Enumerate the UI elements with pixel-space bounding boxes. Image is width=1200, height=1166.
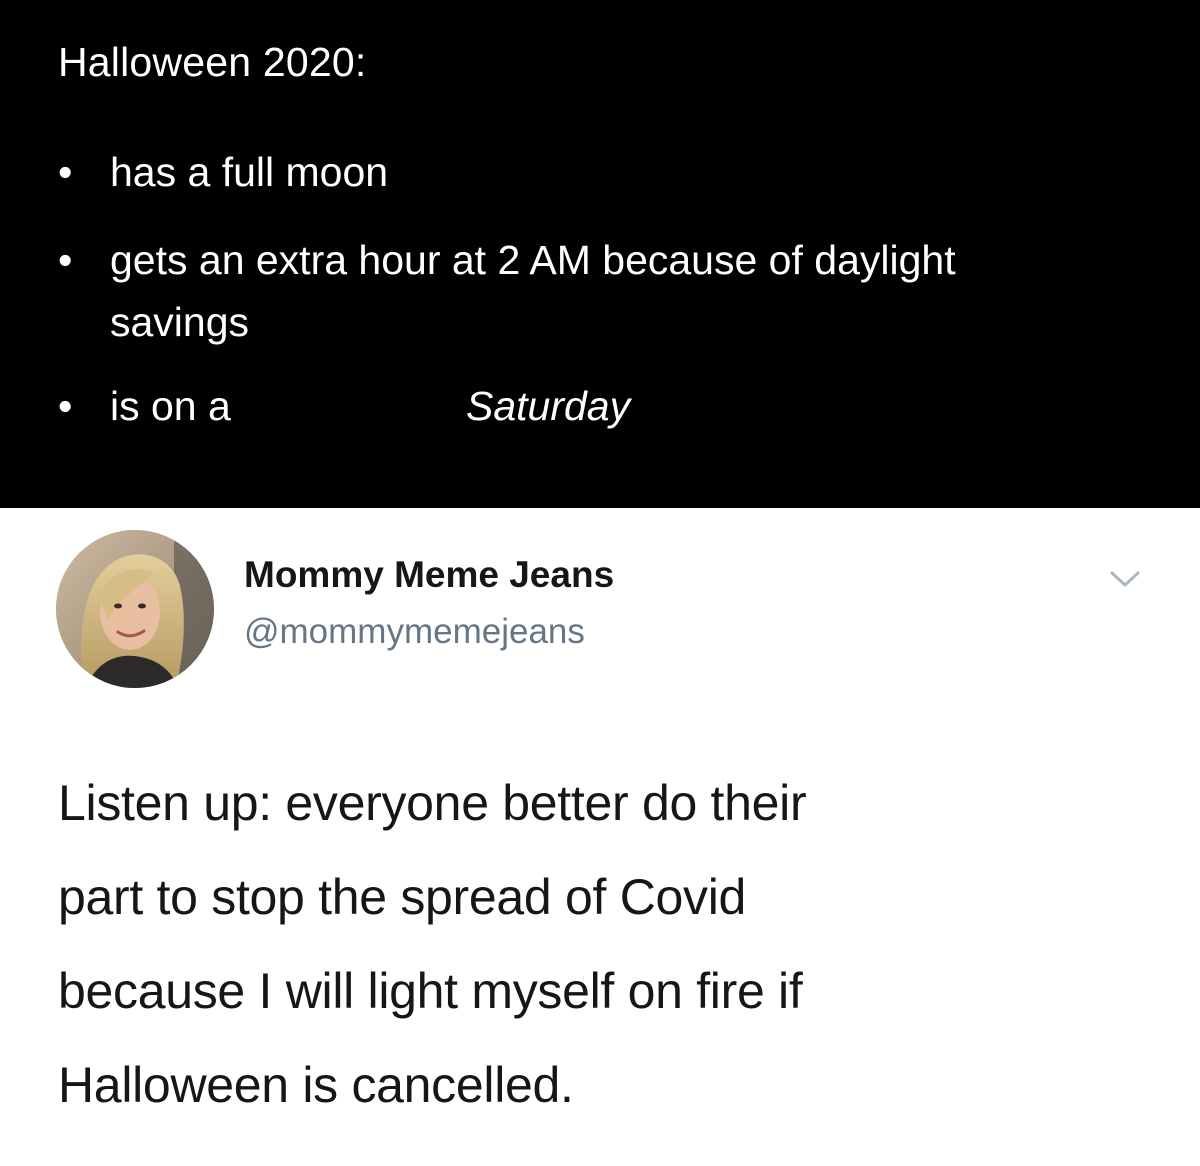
bullet-icon: • [58, 237, 73, 283]
display-name[interactable]: Mommy Meme Jeans [244, 552, 614, 598]
redaction-block [282, 386, 458, 430]
panel-title: Halloween 2020: [58, 39, 367, 85]
user-handle[interactable]: @mommymemejeans [244, 610, 585, 654]
list-item-text: is on a [110, 383, 231, 429]
tweet-text-line: Halloween is cancelled. [58, 1057, 574, 1113]
chevron-down-icon[interactable] [1108, 568, 1142, 590]
list-item-text: gets an extra hour at 2 AM because of da… [110, 237, 956, 283]
bullet-icon: • [58, 149, 73, 195]
tweet-text-line: part to stop the spread of Covid [58, 869, 747, 925]
avatar-image [56, 530, 214, 688]
list-item-continuation: savings [110, 299, 250, 345]
tweet-text-line: because I will light myself on fire if [58, 963, 803, 1019]
list-item-emphasis: Saturday [466, 383, 631, 429]
list-item-text: has a full moon [110, 149, 389, 195]
tweet-text: Listen up: everyone better do their part… [58, 756, 1058, 1132]
tweet-card: Mommy Meme Jeans @mommymemejeans Listen … [0, 508, 1200, 1166]
tweet-text-line: Listen up: everyone better do their [58, 775, 807, 831]
profile-photo-icon[interactable] [56, 530, 214, 688]
halloween-facts-panel: Halloween 2020: • has a full moon • gets… [0, 0, 1200, 508]
bullet-icon: • [58, 383, 73, 429]
